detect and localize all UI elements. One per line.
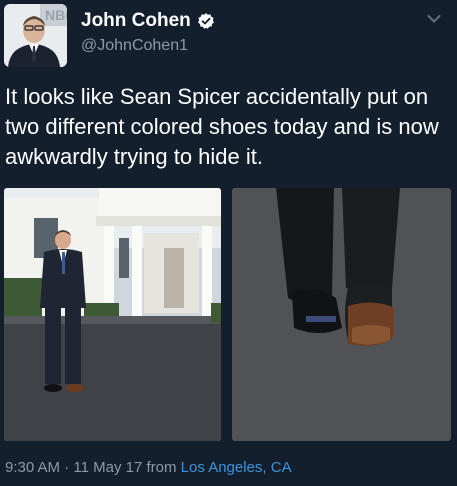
avatar[interactable]: NBC [4, 4, 67, 67]
tweet-header: John Cohen @JohnCohen1 [81, 9, 215, 55]
tweet-time[interactable]: 9:30 AM [5, 459, 60, 476]
tweet: NBC John Cohen @JohnCohen1 It looks like… [0, 0, 457, 486]
chevron-down-icon[interactable] [427, 14, 441, 24]
media-photo-left[interactable] [4, 188, 221, 441]
media-photo-right[interactable] [232, 188, 451, 441]
tweet-footer: 9:30 AM · 11 May 17 from Los Angeles, CA [5, 459, 292, 476]
verified-badge-icon [197, 13, 214, 29]
avatar-photo: NBC [4, 4, 67, 67]
from-label: from [142, 459, 181, 476]
tweet-date[interactable]: 11 May 17 [73, 459, 142, 476]
tweet-text: It looks like Sean Spicer accidentally p… [5, 84, 439, 169]
display-name[interactable]: John Cohen [81, 10, 191, 32]
name-row: John Cohen [81, 9, 215, 33]
handle[interactable]: @JohnCohen1 [81, 37, 215, 55]
photo-spicer-standing [4, 188, 221, 441]
location-link[interactable]: Los Angeles, CA [181, 459, 292, 476]
avatar-logo-text: NBC [45, 7, 67, 23]
photo-shoes-closeup [232, 188, 451, 441]
footer-separator: · [60, 459, 74, 476]
